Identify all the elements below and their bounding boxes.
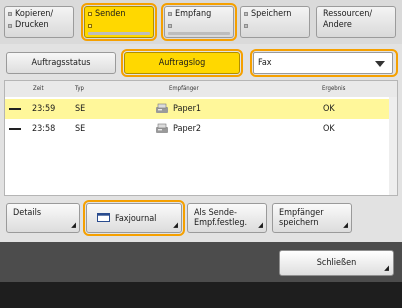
register-destination-button[interactable]: Empfänger speichern ◢ (272, 203, 352, 233)
job-log-panel: Auftragsstatus Auftragslog Fax Zeit Typ … (0, 44, 402, 242)
tab-bullet-icon (88, 24, 92, 28)
list-scrollbar[interactable] (389, 97, 397, 195)
tab-resources-other[interactable]: Ressourcen/ Andere (316, 6, 396, 38)
corner-triangle-icon: ◢ (173, 221, 178, 229)
row-result: OK (323, 124, 335, 134)
row-result: OK (323, 104, 335, 114)
row-time: 23:59 (32, 104, 56, 114)
button-label: speichern (279, 218, 319, 228)
tab-label: Ressourcen/ (323, 9, 373, 19)
tab-bullet-icon (244, 24, 248, 28)
col-header-type: Typ (75, 85, 84, 92)
tab-label: Senden (95, 9, 126, 19)
corner-triangle-icon: ◢ (71, 221, 76, 229)
button-label: Schließen (316, 258, 357, 268)
tab-store[interactable]: Speichern (240, 6, 310, 38)
job-log-list: Zeit Typ Empfänger Ergebnis 23:59 SE Pap… (4, 80, 398, 196)
button-label: Als Sende- (194, 208, 237, 218)
button-label: Details (13, 208, 42, 218)
tab-bullet-icon (168, 24, 172, 28)
fax-destination-icon (156, 123, 168, 133)
table-row[interactable]: 23:58 SE Paper2 OK (5, 119, 397, 139)
col-header-result: Ergebnis (322, 85, 346, 92)
tab-job-status[interactable]: Auftragsstatus (6, 52, 116, 74)
col-header-time: Zeit (33, 85, 44, 92)
tab-label: Andere (323, 20, 352, 30)
tab-indicator (168, 32, 230, 35)
tab-copy-print[interactable]: Kopieren/ Drucken (4, 6, 74, 38)
row-marker (9, 108, 21, 110)
details-button[interactable]: Details ◢ (6, 203, 80, 233)
tab-label: Speichern (251, 9, 292, 19)
tab-bullet-icon (168, 12, 172, 16)
bottom-bar (0, 282, 402, 308)
fax-journal-icon (97, 213, 110, 222)
select-value: Fax (258, 58, 272, 68)
tab-bullet-icon (8, 12, 12, 16)
tab-bullet-icon (244, 12, 248, 16)
button-label: Empf.festleg. (194, 218, 248, 228)
col-header-recipient: Empfänger (169, 85, 199, 92)
tab-bullet-icon (8, 24, 12, 28)
tab-bullet-icon (88, 12, 92, 16)
function-tab-bar: Kopieren/ Drucken Senden Empfang Speiche… (0, 0, 402, 44)
row-recipient: Paper1 (173, 104, 202, 114)
fax-journal-button[interactable]: Faxjournal ◢ (86, 203, 182, 233)
tab-label: Empfang (175, 9, 212, 19)
row-type: SE (75, 124, 86, 134)
tab-label: Drucken (15, 20, 49, 30)
tab-receive[interactable]: Empfang (164, 6, 234, 38)
tab-job-log[interactable]: Auftragslog (124, 52, 240, 74)
table-header: Zeit Typ Empfänger Ergebnis (5, 81, 397, 97)
set-as-destination-button[interactable]: Als Sende- Empf.festleg. ◢ (187, 203, 267, 233)
row-recipient: Paper2 (173, 124, 202, 134)
tab-label: Kopieren/ (15, 9, 54, 19)
footer-bar: Schließen ◢ (0, 242, 402, 282)
corner-triangle-icon: ◢ (258, 221, 263, 229)
dropdown-arrow-icon (375, 61, 385, 67)
row-type: SE (75, 104, 86, 114)
log-type-select[interactable]: Fax (253, 52, 393, 74)
button-label: Faxjournal (115, 214, 157, 224)
corner-triangle-icon: ◢ (384, 264, 389, 272)
corner-triangle-icon: ◢ (343, 221, 348, 229)
row-time: 23:58 (32, 124, 56, 134)
table-row[interactable]: 23:59 SE Paper1 OK (5, 99, 397, 119)
tab-send[interactable]: Senden (84, 6, 154, 38)
button-label: Empfänger (279, 208, 324, 218)
fax-destination-icon (156, 103, 168, 113)
tab-indicator (88, 32, 150, 35)
row-marker (9, 128, 21, 130)
close-button[interactable]: Schließen ◢ (279, 250, 394, 276)
